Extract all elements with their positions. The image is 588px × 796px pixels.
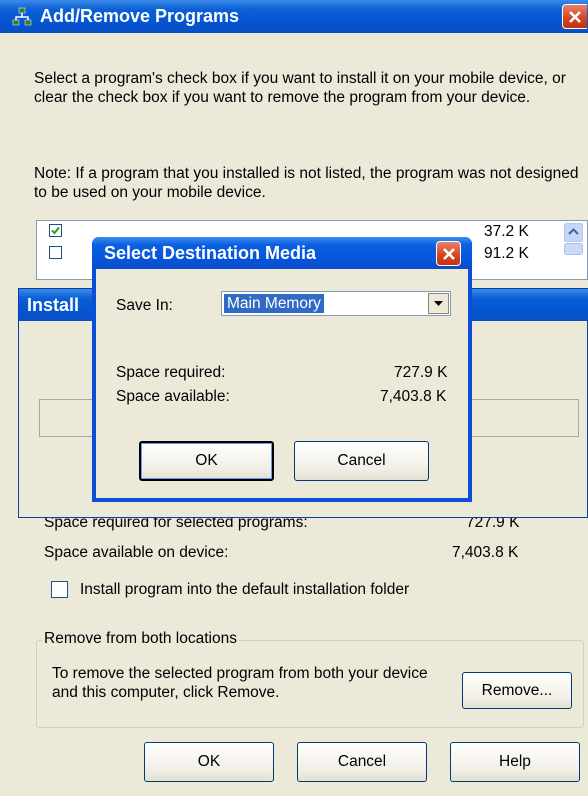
dropdown-button[interactable] [428,293,449,314]
dialog-title: Select Destination Media [104,243,317,263]
checkmark-icon [51,226,60,235]
space-available-value: 7,403.8 K [452,544,519,561]
select-destination-dialog: Select Destination Media Save In: Main M… [92,237,472,502]
chevron-down-icon [434,301,443,306]
remove-button[interactable]: Remove... [462,672,572,709]
dialog-space-available-value: 7,403.8 K [380,388,447,405]
save-in-value: Main Memory [224,294,324,313]
help-label: Help [499,753,531,770]
scroll-up-button[interactable] [564,223,583,242]
install-title: Install [27,295,80,315]
dialog-cancel-button[interactable]: Cancel [294,441,429,481]
main-cancel-label: Cancel [337,753,387,770]
save-in-select[interactable]: Main Memory [221,291,451,316]
main-title: Add/Remove Programs [40,6,240,26]
program-size: 91.2 K [484,245,529,262]
main-title-bar[interactable]: Add/Remove Programs [0,0,588,33]
note-text: Note: If a program that you installed is… [34,165,579,201]
dialog-title-bar[interactable]: Select Destination Media [92,237,472,269]
remove-button-label: Remove... [481,682,553,699]
main-ok-button[interactable]: OK [144,742,274,782]
dialog-close-button[interactable] [436,241,461,266]
app-icon [12,7,32,27]
dialog-cancel-label: Cancel [337,452,386,469]
close-icon [569,11,581,23]
main-close-button[interactable] [562,4,587,29]
main-ok-label: OK [197,753,221,770]
dialog-body: Save In: Main Memory Space required: 727… [96,269,468,498]
close-icon [443,248,455,260]
scrollbar-thumb[interactable] [564,243,583,255]
space-available-label: Space available on device: [44,544,229,561]
dialog-space-required-label: Space required: [116,364,226,381]
dialog-space-available-label: Space available: [116,388,230,405]
program-checkbox[interactable] [49,224,62,237]
default-folder-label: Install program into the default install… [80,581,410,598]
main-cancel-button[interactable]: Cancel [297,742,427,782]
default-folder-checkbox[interactable] [51,581,68,598]
save-in-label: Save In: [116,297,173,314]
program-checkbox[interactable] [49,246,62,259]
chevron-up-icon [568,228,579,235]
help-button[interactable]: Help [450,742,580,782]
dialog-ok-label: OK [195,452,218,469]
dialog-ok-button[interactable]: OK [139,441,274,481]
program-size: 37.2 K [484,223,529,240]
remove-group-label: Remove from both locations [42,630,239,648]
dialog-space-required-value: 727.9 K [394,364,448,381]
intro-text: Select a program's check box if you want… [34,70,566,106]
remove-text: To remove the selected program from both… [52,665,428,701]
